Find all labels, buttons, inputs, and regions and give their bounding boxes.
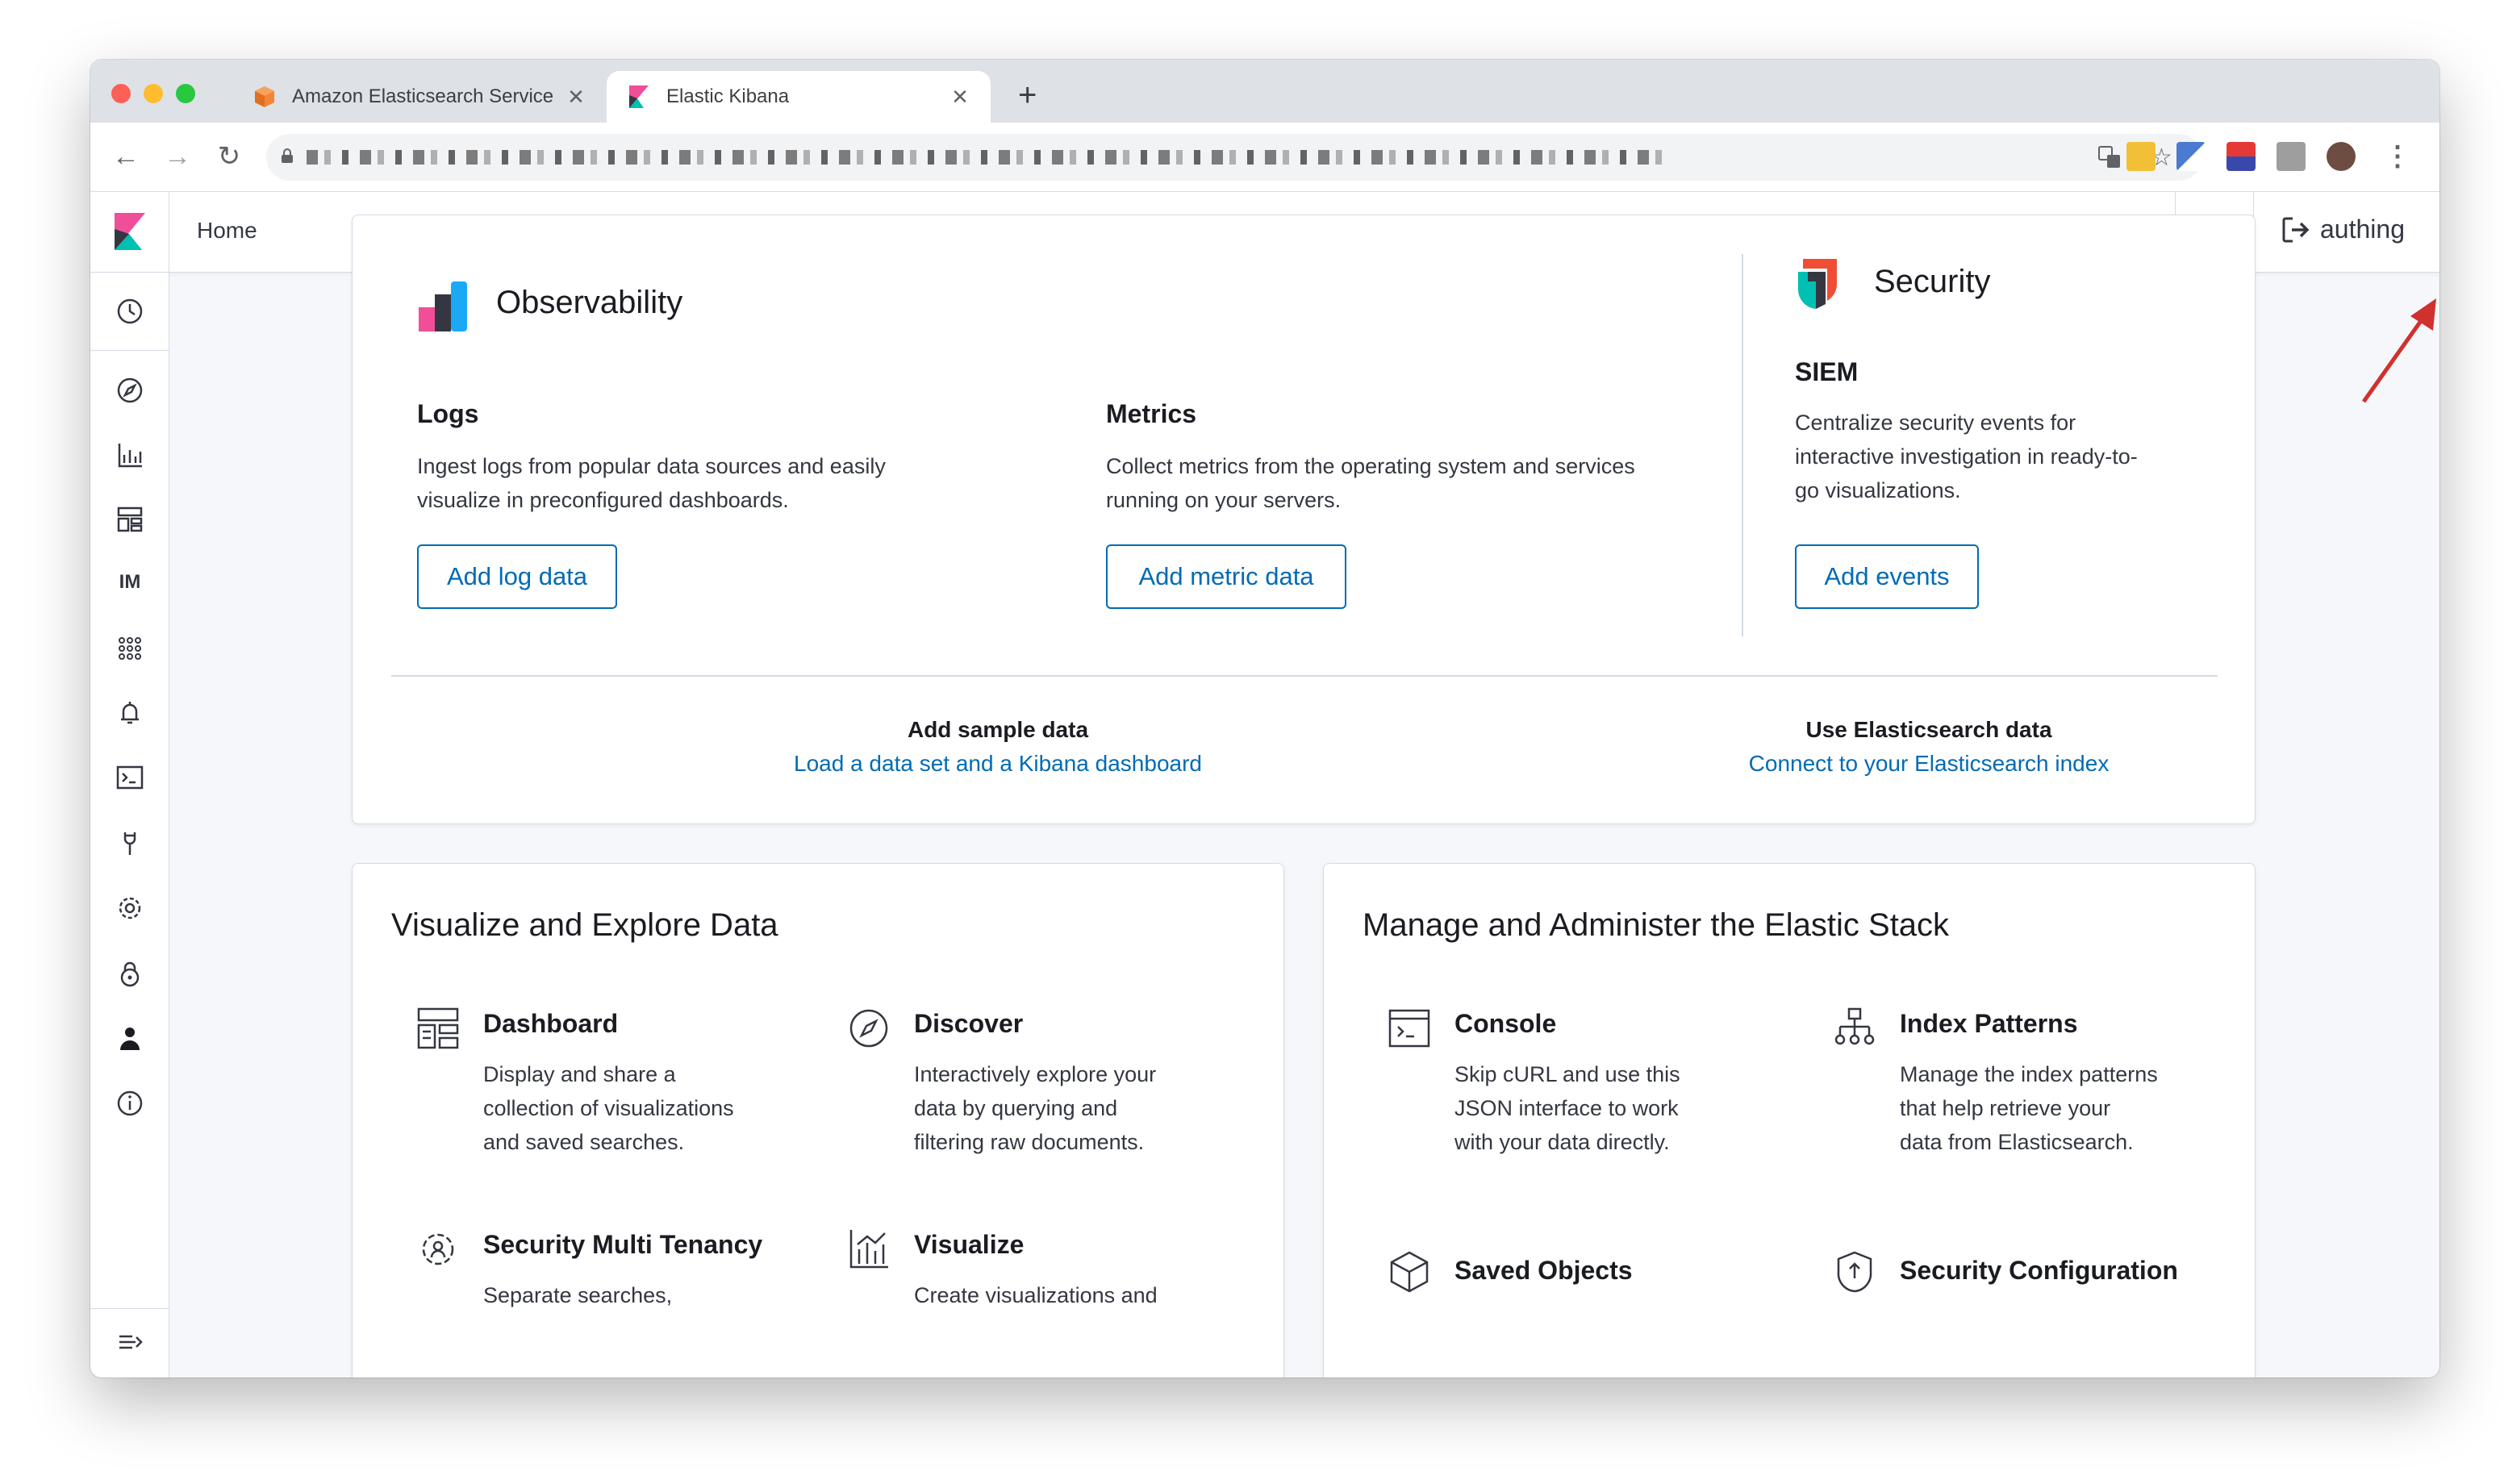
visualize-feature-title[interactable]: Visualize	[914, 1230, 1024, 1260]
tab-strip: Amazon Elasticsearch Service ✕ Elastic K…	[90, 60, 2439, 123]
discover-feature-title[interactable]: Discover	[914, 1009, 1023, 1039]
tab-elastic-kibana[interactable]: Elastic Kibana ✕	[607, 71, 991, 123]
visualize-chart-icon	[846, 1227, 891, 1272]
tab-amazon-es[interactable]: Amazon Elasticsearch Service ✕	[232, 71, 607, 123]
saved-objects-feature-title[interactable]: Saved Objects	[1454, 1256, 1633, 1286]
add-metric-data-button[interactable]: Add metric data	[1106, 544, 1346, 609]
visualize-explore-title: Visualize and Explore Data	[391, 907, 778, 943]
annotation-arrow	[2361, 298, 2436, 403]
forward-button[interactable]: →	[161, 140, 194, 173]
minimize-window-button[interactable]	[144, 84, 163, 103]
redacted-url	[307, 150, 1662, 165]
dashboard-icon	[415, 1006, 461, 1051]
back-button[interactable]: ←	[110, 140, 142, 173]
aws-cube-icon	[255, 86, 274, 107]
visualize-explore-panel: Visualize and Explore Data Dashboard Dis…	[352, 863, 1284, 1378]
add-sample-data-title: Add sample data	[907, 717, 1089, 742]
add-sample-data-section: Add sample data Load a data set and a Ki…	[578, 717, 1417, 777]
console-icon	[1387, 1006, 1432, 1051]
new-tab-button[interactable]: +	[1018, 79, 1037, 111]
user-icon[interactable]	[114, 1023, 146, 1055]
saved-objects-box-icon	[1387, 1249, 1432, 1294]
add-log-data-button[interactable]: Add log data	[417, 544, 617, 609]
add-events-button[interactable]: Add events	[1795, 544, 1979, 609]
dev-tools-console-icon[interactable]	[114, 761, 146, 794]
console-feature-title[interactable]: Console	[1454, 1009, 1556, 1039]
tab-close-icon[interactable]: ✕	[565, 85, 587, 110]
siem-title: SIEM	[1795, 357, 1859, 386]
close-window-button[interactable]	[111, 84, 131, 103]
security-lock-icon[interactable]	[114, 958, 146, 990]
logs-title: Logs	[417, 399, 479, 428]
visualize-chart-icon[interactable]	[114, 439, 146, 471]
kibana-logo-icon	[115, 213, 145, 250]
side-nav: IM	[90, 273, 169, 1378]
discover-feature-description: Interactively explore your data by query…	[914, 1062, 1157, 1154]
management-gear-icon[interactable]	[114, 892, 146, 924]
security-configuration-feature-title[interactable]: Security Configuration	[1900, 1256, 2178, 1286]
visualize-feature-description: Create visualizations and	[914, 1283, 1158, 1307]
browser-window: Amazon Elasticsearch Service ✕ Elastic K…	[90, 60, 2439, 1378]
dashboard-feature-description: Display and share a collection of visual…	[483, 1062, 734, 1154]
use-es-data-section: Use Elasticsearch data Connect to your E…	[1509, 717, 2348, 777]
collapse-nav-icon[interactable]	[114, 1326, 146, 1358]
security-title: Security	[1874, 264, 1991, 299]
kibana-logo-icon	[629, 85, 649, 108]
lock-icon	[282, 148, 293, 163]
address-bar[interactable]: ☆	[266, 134, 2202, 181]
extension-icon[interactable]	[2226, 142, 2256, 171]
index-patterns-feature-title[interactable]: Index Patterns	[1900, 1009, 2078, 1039]
breadcrumb[interactable]: Home	[197, 218, 257, 244]
dashboard-feature-title[interactable]: Dashboard	[483, 1009, 618, 1039]
discover-compass-icon[interactable]	[114, 374, 146, 406]
alerting-bell-icon[interactable]	[114, 697, 146, 729]
kibana-app: Home authing IM Observability Logs Inges…	[90, 192, 2439, 1378]
tab-close-icon[interactable]: ✕	[949, 85, 971, 110]
dashboard-icon[interactable]	[114, 503, 146, 536]
horizontal-divider	[391, 675, 2218, 677]
reload-button[interactable]: ↻	[213, 140, 245, 173]
security-multi-tenancy-icon	[415, 1227, 461, 1272]
security-configuration-shield-icon	[1832, 1249, 1877, 1294]
observability-logo-icon	[419, 281, 467, 331]
logs-description: Ingest logs from popular data sources an…	[417, 454, 886, 512]
extension-icon[interactable]	[2126, 142, 2156, 171]
metrics-title: Metrics	[1106, 399, 1197, 428]
console-feature-description: Skip cURL and use this JSON interface to…	[1454, 1062, 1680, 1154]
use-es-data-title: Use Elasticsearch data	[1805, 717, 2052, 742]
observability-title: Observability	[496, 285, 683, 320]
index-patterns-feature-description: Manage the index patterns that help retr…	[1900, 1062, 2158, 1154]
profile-avatar[interactable]	[2327, 142, 2356, 171]
extension-icon[interactable]	[2277, 142, 2306, 171]
load-sample-data-link[interactable]: Load a data set and a Kibana dashboard	[578, 751, 1417, 777]
tab-title: Amazon Elasticsearch Service	[292, 85, 554, 107]
discover-compass-icon	[846, 1006, 891, 1051]
metrics-description: Collect metrics from the operating syste…	[1106, 454, 1635, 512]
extension-icon[interactable]	[2176, 142, 2206, 171]
solutions-panel: Observability Logs Ingest logs from popu…	[352, 215, 2256, 824]
translate-icon[interactable]	[2097, 145, 2122, 169]
security-siem-logo-icon	[1797, 259, 1837, 309]
index-patterns-icon	[1832, 1006, 1877, 1051]
manage-stack-panel: Manage and Administer the Elastic Stack …	[1323, 863, 2256, 1378]
tab-title: Elastic Kibana	[666, 85, 790, 107]
browser-toolbar: ← → ↻ ☆ ⋮	[90, 123, 2439, 192]
vertical-divider	[1742, 254, 1743, 636]
info-icon[interactable]	[114, 1087, 146, 1119]
apps-grid-icon[interactable]	[114, 632, 146, 665]
security-multi-tenancy-title[interactable]: Security Multi Tenancy	[483, 1230, 762, 1260]
recently-viewed-clock-icon[interactable]	[114, 295, 146, 327]
kibana-home-logo[interactable]	[90, 192, 169, 273]
manage-stack-title: Manage and Administer the Elastic Stack	[1363, 907, 1950, 943]
nav-item-im[interactable]: IM	[113, 571, 147, 594]
monitoring-icon[interactable]	[114, 827, 146, 860]
zoom-window-button[interactable]	[176, 84, 195, 103]
screenshot-stage: Amazon Elasticsearch Service ✕ Elastic K…	[0, 0, 2504, 1484]
browser-menu-icon[interactable]: ⋮	[2381, 140, 2414, 173]
connect-es-index-link[interactable]: Connect to your Elasticsearch index	[1509, 751, 2348, 777]
siem-description: Centralize security events for interacti…	[1795, 411, 2138, 502]
security-multi-tenancy-description: Separate searches,	[483, 1283, 673, 1307]
